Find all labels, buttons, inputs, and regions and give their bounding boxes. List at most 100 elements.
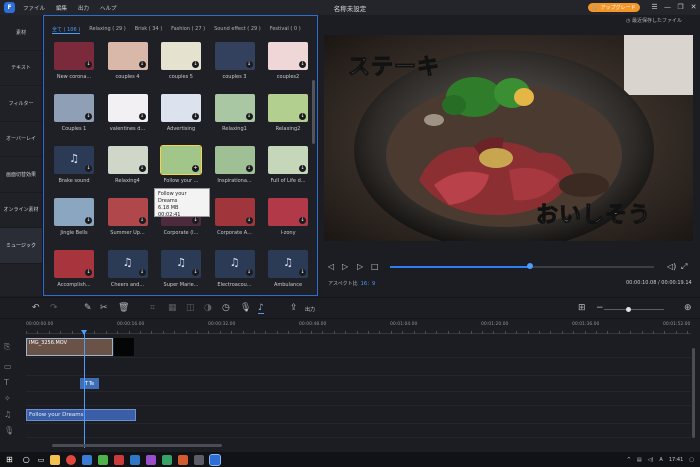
download-icon[interactable]: ↓	[85, 269, 92, 276]
stop-icon[interactable]: □	[371, 262, 379, 271]
library-item[interactable]: ↓ Relaxing2	[268, 94, 308, 132]
library-item[interactable]: ♫ ↓ Brake sound	[54, 146, 94, 184]
add-icon[interactable]: +	[192, 165, 199, 172]
mosaic-icon[interactable]: ▦	[168, 303, 177, 313]
menu-export[interactable]: 出力	[78, 4, 89, 12]
library-item-thumbnail[interactable]: ↓	[107, 146, 148, 174]
undo-icon[interactable]: ↶	[32, 303, 40, 313]
library-item-thumbnail[interactable]: +	[160, 145, 202, 175]
ime-indicator[interactable]: A	[659, 457, 662, 463]
audio-clip[interactable]: Follow your Dreams	[26, 409, 136, 421]
library-item[interactable]: ↓ Corporate A...	[214, 198, 255, 236]
download-icon[interactable]: ↓	[245, 165, 253, 172]
speed-icon[interactable]: ◷	[222, 303, 230, 313]
video-preview[interactable]: ステーキ おいしそう	[324, 35, 693, 241]
playback-knob[interactable]	[526, 263, 533, 269]
library-item[interactable]: ↓ I-zony	[268, 198, 308, 236]
download-icon[interactable]: ↓	[192, 61, 199, 68]
library-item-thumbnail[interactable]: ↓	[268, 198, 308, 226]
download-icon[interactable]: ↓	[85, 61, 92, 68]
library-item[interactable]: ♫ ↓ Electroacou...	[214, 250, 255, 288]
download-icon[interactable]: ↓	[85, 217, 92, 224]
download-icon[interactable]: ↓	[85, 113, 92, 120]
download-icon[interactable]: ↓	[138, 269, 146, 276]
notification-icon[interactable]: ▢	[689, 457, 694, 463]
tab-all[interactable]: 全て ( 106 )	[52, 26, 81, 34]
mail-icon[interactable]	[82, 454, 93, 465]
export-icon[interactable]: ⇪	[290, 303, 298, 313]
download-icon[interactable]: ↓	[138, 165, 146, 172]
library-item[interactable]: + Follow your ...	[160, 145, 202, 184]
caption-top[interactable]: ステーキ	[347, 49, 440, 81]
download-icon[interactable]: ↓	[245, 217, 253, 224]
menu-edit[interactable]: 編集	[56, 4, 67, 12]
library-item[interactable]: ↓ Relaxing4	[107, 146, 148, 184]
download-icon[interactable]: ↓	[299, 269, 306, 276]
library-item-thumbnail[interactable]: ↓	[268, 42, 308, 70]
app-red-icon[interactable]	[114, 454, 125, 465]
sidebar-item-music[interactable]: ミュージック	[0, 228, 42, 264]
library-item[interactable]: ↓ couples2	[268, 42, 308, 80]
sidebar-item-text[interactable]: テキスト	[0, 51, 42, 86]
black-clip[interactable]	[114, 338, 134, 356]
library-item[interactable]: ♫ ↓ Super Marie...	[161, 250, 201, 288]
library-item-thumbnail[interactable]: ↓	[214, 42, 255, 70]
sidebar-item-overlay[interactable]: オーバーレイ	[0, 122, 42, 157]
download-icon[interactable]: ↓	[299, 61, 306, 68]
menu-icon[interactable]: ☰	[648, 0, 661, 15]
playhead-handle[interactable]	[81, 330, 87, 335]
volume-tray-icon[interactable]: ◁)	[648, 457, 654, 463]
library-item-thumbnail[interactable]: ↓	[54, 94, 94, 122]
windows-start-icon[interactable]: ⊞	[6, 455, 13, 464]
library-item[interactable]: ↓ Advertising	[161, 94, 201, 132]
line-icon[interactable]	[98, 454, 109, 465]
download-icon[interactable]: ↓	[245, 61, 253, 68]
library-item[interactable]: ♫ ↓ Ambulance	[268, 250, 308, 288]
next-frame-icon[interactable]: ▷	[357, 262, 363, 271]
playback-progress-bar[interactable]	[390, 263, 654, 269]
library-item[interactable]: ↓ Relaxing1	[214, 94, 255, 132]
library-item[interactable]: ↓ Couples 1	[54, 94, 94, 132]
upgrade-button[interactable]: 🛒 アップグレード	[588, 3, 640, 12]
crop-icon[interactable]: ⌗	[150, 303, 155, 313]
library-item-thumbnail[interactable]: ♫ ↓	[54, 146, 94, 174]
tab-festival[interactable]: Festival ( 0 )	[270, 26, 301, 34]
download-icon[interactable]: ↓	[299, 113, 306, 120]
text-clip[interactable]: T Te	[80, 378, 99, 389]
timeline-ruler[interactable]: 00:00:00.00 00:00:16.00 00:00:32.00 00:00:4…	[26, 322, 691, 334]
download-icon[interactable]: ↓	[299, 165, 306, 172]
volume-icon[interactable]: ◁)	[667, 262, 676, 271]
app-purple-icon[interactable]	[146, 454, 157, 465]
delete-icon[interactable]: 🗑	[118, 303, 129, 313]
clock[interactable]: 17:41	[669, 457, 683, 463]
freeze-icon[interactable]: ◫	[186, 303, 195, 313]
library-item[interactable]: ♫ ↓ Cheers and...	[107, 250, 148, 288]
library-item[interactable]: ↓ valentines d...	[107, 94, 148, 132]
library-item-thumbnail[interactable]: ♫ ↓	[107, 250, 148, 278]
menu-help[interactable]: ヘルプ	[100, 4, 117, 12]
library-item[interactable]: ↓ couples 3	[214, 42, 255, 80]
powerpoint-icon[interactable]	[178, 454, 189, 465]
task-view-icon[interactable]: ▭	[38, 456, 45, 464]
library-scrollbar[interactable]	[312, 80, 315, 144]
sidebar-item-filter[interactable]: フィルター	[0, 86, 42, 122]
library-item-thumbnail[interactable]: ↓	[54, 250, 94, 278]
download-icon[interactable]: ↓	[299, 217, 306, 224]
library-item-thumbnail[interactable]: ♫ ↓	[214, 250, 255, 278]
library-item[interactable]: ↓ Jingle Bells	[54, 198, 94, 236]
network-icon[interactable]: ▤	[637, 457, 642, 463]
fullscreen-icon[interactable]: ⤢	[681, 262, 687, 272]
restore-icon[interactable]: ❐	[674, 0, 687, 15]
chrome-icon[interactable]	[66, 454, 77, 465]
tab-brisk[interactable]: Brisk ( 34 )	[135, 26, 162, 34]
library-item-thumbnail[interactable]: ↓	[161, 42, 201, 70]
record-voice-icon[interactable]: 🎙	[240, 303, 251, 313]
redo-icon[interactable]: ↷	[50, 303, 58, 313]
zoom-slider-knob[interactable]	[626, 307, 631, 312]
library-item[interactable]: ↓ couples 4	[107, 42, 148, 80]
download-icon[interactable]: ↓	[245, 113, 253, 120]
library-item-thumbnail[interactable]: ↓	[161, 94, 201, 122]
tab-fashion[interactable]: Fashion ( 27 )	[171, 26, 205, 34]
sidebar-item-transition[interactable]: 画面切替効果	[0, 157, 42, 193]
tab-relaxing[interactable]: Relaxing ( 29 )	[89, 26, 126, 34]
